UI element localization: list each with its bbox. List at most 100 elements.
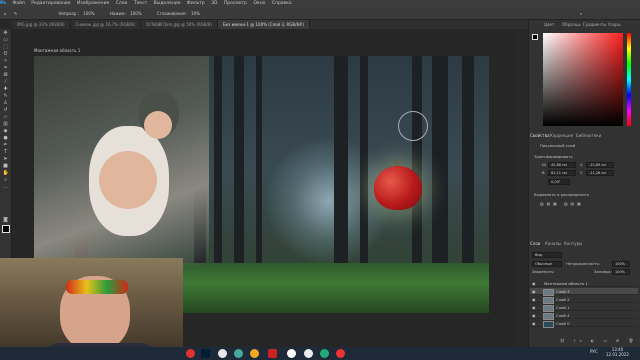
artboard-tool-icon[interactable]: ▭ bbox=[3, 38, 9, 43]
tab-adjustments[interactable]: Коррекция bbox=[550, 132, 573, 139]
fill-input[interactable]: 100% bbox=[612, 269, 630, 275]
pixel-layer-label: Пиксельный слой bbox=[540, 143, 576, 148]
visibility-eye-icon[interactable]: ◉ bbox=[532, 297, 537, 302]
blur-tool-icon[interactable]: ◆ bbox=[3, 129, 9, 134]
tab-doc-1[interactable]: IMG.jpg @ 33% (RGB/8) bbox=[12, 20, 71, 29]
app-icon[interactable] bbox=[336, 349, 345, 358]
tab-swatches[interactable]: Образцы bbox=[562, 21, 581, 28]
visibility-eye-icon[interactable]: ◉ bbox=[532, 313, 537, 318]
fill-label: Заливка: bbox=[594, 269, 612, 274]
flow-value[interactable]: 100% bbox=[130, 11, 141, 16]
height-input[interactable]: 62,11 см bbox=[548, 170, 576, 176]
tab-patterns[interactable]: Узоры bbox=[608, 21, 621, 28]
layer-actions-icons[interactable]: ⛓ fx ◐ ▭ ⊞ 🗑 bbox=[560, 338, 637, 344]
brush-tool-icon[interactable]: ✎ bbox=[3, 94, 9, 99]
menu-file[interactable]: Файл bbox=[12, 0, 24, 8]
tab-gradients[interactable]: Градиенты bbox=[583, 21, 606, 28]
eraser-tool-icon[interactable]: ▱ bbox=[3, 115, 9, 120]
layer-row[interactable]: ◉ Монтажная область 1 bbox=[530, 280, 638, 287]
dodge-tool-icon[interactable]: ● bbox=[3, 136, 9, 141]
opacity-value[interactable]: 100% bbox=[83, 11, 94, 16]
path-select-tool-icon[interactable]: ➤ bbox=[3, 157, 9, 162]
gradient-tool-icon[interactable]: ▥ bbox=[3, 122, 9, 127]
layers-opacity-input[interactable]: 100% bbox=[612, 261, 630, 267]
type-tool-icon[interactable]: T bbox=[3, 150, 9, 155]
tab-properties[interactable]: Свойства bbox=[530, 132, 550, 139]
menu-select[interactable]: Выделение bbox=[154, 0, 181, 8]
app-icon[interactable] bbox=[304, 349, 313, 358]
search-icon[interactable]: ⌕ bbox=[580, 8, 582, 20]
visibility-eye-icon[interactable]: ◉ bbox=[532, 321, 537, 326]
more-tools-icon[interactable]: … bbox=[3, 185, 9, 190]
hue-slider[interactable] bbox=[627, 33, 631, 126]
tab-channels[interactable]: Каналы bbox=[545, 240, 561, 247]
visibility-eye-icon[interactable]: ◉ bbox=[532, 289, 537, 294]
menu-help[interactable]: Справка bbox=[272, 0, 292, 8]
smoothing-value[interactable]: 10% bbox=[191, 11, 200, 16]
tab-libraries[interactable]: Библиотеки bbox=[576, 132, 601, 139]
brush-icon[interactable]: ✎ bbox=[14, 11, 17, 16]
move-tool-icon[interactable]: ✥ bbox=[3, 31, 9, 36]
x-input[interactable]: -10,89 см bbox=[586, 162, 614, 168]
app-icon[interactable] bbox=[218, 349, 227, 358]
shape-tool-icon[interactable]: ■ bbox=[3, 164, 9, 169]
quick-mask-icon[interactable]: ◙ bbox=[3, 218, 9, 223]
menu-type[interactable]: Текст bbox=[134, 0, 147, 8]
lasso-tool-icon[interactable]: ʘ bbox=[3, 52, 9, 57]
layer-row[interactable]: ◉ Слой 1 bbox=[530, 304, 638, 312]
ps-logo-icon[interactable]: Ps bbox=[0, 0, 6, 8]
app-icon[interactable] bbox=[268, 349, 277, 358]
tab-paths[interactable]: Контуры bbox=[564, 240, 582, 247]
app-icon[interactable] bbox=[320, 349, 329, 358]
menu-view[interactable]: Просмотр bbox=[224, 0, 247, 8]
headband bbox=[66, 280, 128, 294]
layer-row[interactable]: ◉ Слой 4 bbox=[530, 312, 638, 320]
menu-image[interactable]: Изображение bbox=[77, 0, 109, 8]
zoom-tool-icon[interactable]: ⌕ bbox=[3, 178, 9, 183]
app-icon[interactable] bbox=[287, 349, 296, 358]
foreground-color-swatch[interactable] bbox=[2, 225, 10, 233]
tab-layers[interactable]: Слои bbox=[530, 240, 540, 247]
opera-icon[interactable] bbox=[186, 349, 195, 358]
fg-color-chip[interactable] bbox=[532, 34, 538, 40]
app-icon[interactable] bbox=[234, 349, 243, 358]
history-brush-icon[interactable]: ↺ bbox=[3, 108, 9, 113]
tab-color[interactable]: Цвет bbox=[544, 21, 554, 28]
visibility-eye-icon[interactable]: ◉ bbox=[532, 305, 537, 310]
layer-filter-select[interactable]: Вид bbox=[532, 252, 562, 258]
layer-name: Слой 0 bbox=[556, 321, 570, 326]
marquee-tool-icon[interactable]: ⬚ bbox=[3, 45, 9, 50]
tab-doc-active[interactable]: Без имени-1 @ 100% (Слой 3, RGB/8#) bbox=[218, 20, 310, 29]
tab-doc-2[interactable]: Снимок.jpg @ 16,7% (RGB/8) bbox=[71, 20, 142, 29]
photoshop-icon[interactable] bbox=[201, 349, 210, 358]
frame-tool-icon[interactable]: ⊠ bbox=[3, 73, 9, 78]
menu-3d[interactable]: 3D bbox=[211, 0, 217, 8]
app-icon[interactable] bbox=[250, 349, 259, 358]
menu-filter[interactable]: Фильтр bbox=[187, 0, 205, 8]
stamp-tool-icon[interactable]: ♙ bbox=[3, 101, 9, 106]
layer-row[interactable]: ◉ Слой 0 bbox=[530, 320, 638, 328]
visibility-eye-icon[interactable]: ◉ bbox=[532, 281, 537, 286]
home-icon[interactable]: ⌂ bbox=[4, 11, 7, 16]
align-icons[interactable]: ▥▤▦ ▥▤▦ bbox=[540, 201, 584, 207]
language-indicator[interactable]: РУС bbox=[590, 349, 598, 354]
tab-doc-3[interactable]: OrTeb8K?jkm.jpg @ 50% (RGB/8) bbox=[141, 20, 219, 29]
menu-window[interactable]: Окно bbox=[253, 0, 265, 8]
angle-input[interactable]: 0,00° bbox=[548, 179, 570, 185]
quick-select-tool-icon[interactable]: ✧ bbox=[3, 59, 9, 64]
menu-edit[interactable]: Редактирование bbox=[31, 0, 70, 8]
y-input[interactable]: -11,26 см bbox=[586, 170, 614, 176]
color-picker-field[interactable] bbox=[543, 33, 623, 126]
layer-row[interactable]: ◉ Слой 2 bbox=[530, 296, 638, 304]
hand-tool-icon[interactable]: ✋ bbox=[3, 171, 9, 176]
menu-layers[interactable]: Слои bbox=[116, 0, 128, 8]
crop-tool-icon[interactable]: ⌗ bbox=[3, 66, 9, 71]
layer-row[interactable]: ◉ Слой 3 bbox=[530, 288, 638, 296]
artboard-label[interactable]: Монтажная область 1 bbox=[34, 48, 80, 53]
clock[interactable]: 13:40 12.01.2022 bbox=[606, 347, 629, 357]
eyedropper-tool-icon[interactable]: ⁄ bbox=[3, 80, 9, 85]
blend-mode-select[interactable]: Обычные bbox=[532, 261, 562, 267]
width-input[interactable]: 40,88 см bbox=[548, 162, 576, 168]
pen-tool-icon[interactable]: ✒ bbox=[3, 143, 9, 148]
healing-tool-icon[interactable]: ✚ bbox=[3, 87, 9, 92]
